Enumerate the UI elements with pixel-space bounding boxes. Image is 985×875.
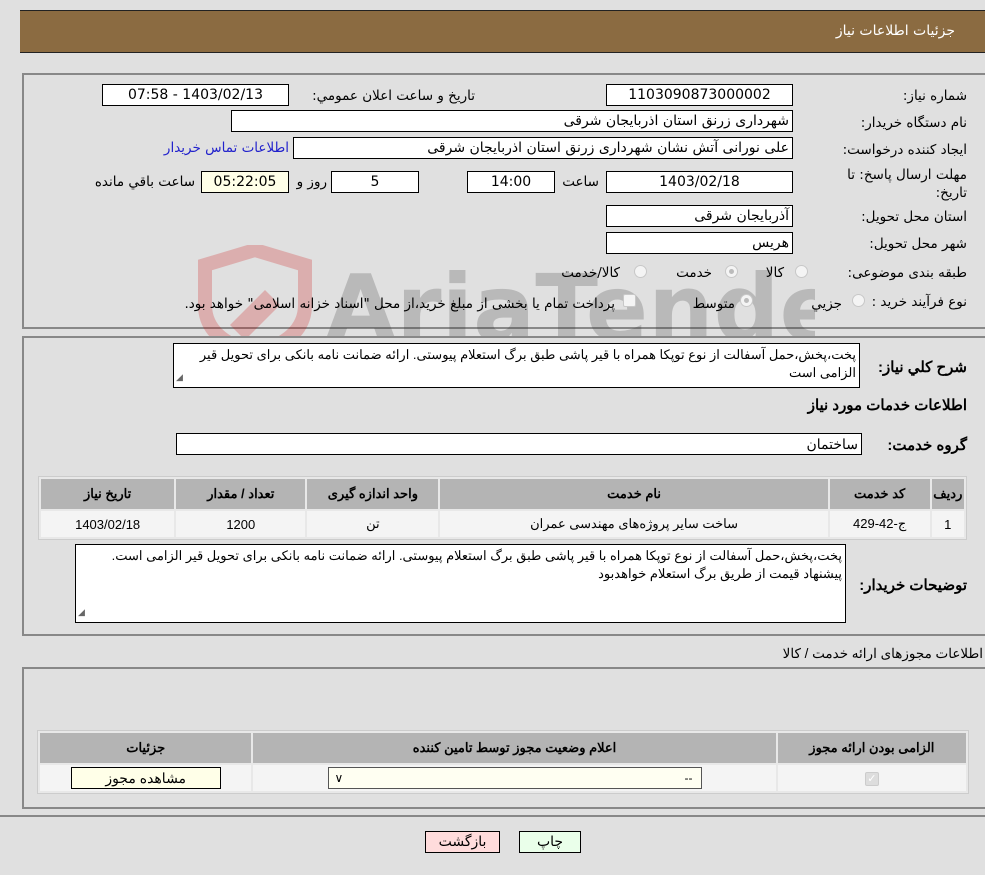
deadline-time-label: ساعت [562,174,599,190]
announce-datetime-field: 1403/02/13 - 07:58 [102,84,289,106]
delivery-province-field: آذربایجان شرقی [606,205,793,227]
remaining-days-field: 5 [331,171,419,193]
services-section-title: اطلاعات خدمات مورد نیاز [807,397,967,414]
category-service-label: خدمت [676,265,712,281]
remaining-time-field: 05:22:05 [201,171,289,193]
cell-permit-required: ✓ [777,765,966,791]
buyer-contact-link[interactable]: اطلاعات تماس خریدار [164,140,289,156]
days-label: روز و [296,174,327,190]
category-goods-radio[interactable] [795,265,808,278]
view-permit-button[interactable]: مشاهده مجوز [70,767,221,789]
treasury-bonds-note: پرداخت تمام یا بخشی از مبلغ خرید،از محل … [184,296,615,312]
purchase-type-minor-label: جزيي [811,296,842,312]
cell-service-code: ج-42-429 [829,511,930,537]
cell-quantity: 1200 [176,511,306,537]
need-number-label: شماره نیاز: [902,88,967,104]
description-field: پخت،پخش،حمل آسفالت از نوع توپکا همراه با… [173,343,860,388]
col-quantity: تعداد / مقدار [176,479,306,509]
service-group-field: ساختمان [176,433,862,455]
requester-label: ایجاد کننده درخواست: [842,142,967,158]
services-table-header: ردیف کد خدمت نام خدمت واحد اندازه گیری ت… [41,479,964,509]
requester-field: علی نورانی آتش نشان شهرداری زرنق استان ا… [293,137,793,159]
table-row: ✓ -- ∨ مشاهده مجوز [40,765,966,791]
purchase-type-medium-radio[interactable] [740,294,753,307]
purchase-type-medium-label: متوسط [692,296,735,312]
resize-grip-icon[interactable]: ◢ [176,368,183,386]
delivery-city-label: شهر محل تحویل: [869,236,967,252]
purchase-type-minor-radio[interactable] [852,294,865,307]
page-header: جزئیات اطلاعات نیاز [20,10,985,53]
bottom-divider [0,815,985,817]
cell-permit-details: مشاهده مجوز [40,765,252,791]
permit-status-select[interactable]: -- ∨ [327,767,702,789]
cell-unit: تن [307,511,439,537]
chevron-down-icon: ∨ [334,771,344,785]
description-text: پخت،پخش،حمل آسفالت از نوع توپکا همراه با… [199,347,856,380]
description-label: شرح کلي نیاز: [878,359,967,376]
services-table: ردیف کد خدمت نام خدمت واحد اندازه گیری ت… [38,476,967,540]
permit-required-checkbox[interactable]: ✓ [864,772,879,786]
permit-status-value: -- [684,771,693,785]
col-need-date: تاریخ نیاز [41,479,175,509]
permits-table-header: الزامی بودن ارائه مجوز اعلام وضعیت مجوز … [40,733,966,763]
category-service-radio[interactable] [725,265,738,278]
permits-section-title: اطلاعات مجوزهای ارائه خدمت / کالا [782,646,983,661]
deadline-label: مهلت ارسال پاسخ: تا تاریخ: [847,167,967,201]
col-service-name: نام خدمت [440,479,828,509]
buyer-notes-label: توضیحات خریدار: [859,577,967,594]
treasury-bonds-checkbox[interactable] [623,294,636,307]
service-group-label: گروه خدمت: [887,437,967,454]
cell-service-name: ساخت سایر پروژه‌های مهندسی عمران [440,511,828,537]
announce-datetime-label: تاریخ و ساعت اعلان عمومي: [312,88,475,104]
deadline-date-field: 1403/02/18 [606,171,793,193]
purchase-type-label: نوع فرآیند خرید : [871,294,967,310]
col-permit-required: الزامی بودن ارائه مجوز [777,733,966,763]
col-row-number: ردیف [931,479,964,509]
delivery-city-field: هریس [606,232,793,254]
cell-permit-status: -- ∨ [253,765,776,791]
resize-grip-icon[interactable]: ◢ [78,603,85,621]
remaining-time-label: ساعت باقي مانده [94,174,195,190]
need-number-field: 1103090873000002 [606,84,793,106]
col-permit-details: جزئیات [40,733,252,763]
buyer-org-label: نام دستگاه خریدار: [860,115,967,131]
buyer-notes-field: پخت،پخش،حمل آسفالت از نوع توپکا همراه با… [75,544,846,623]
page-title: جزئیات اطلاعات نیاز [835,23,955,39]
print-button[interactable]: چاپ [519,831,581,853]
buyer-org-field: شهرداری زرنق استان اذربایجان شرقی [231,110,793,132]
category-goods-service-label: کالا/خدمت [561,265,620,281]
col-permit-status: اعلام وضعیت مجوز توسط تامین کننده [253,733,776,763]
col-service-code: کد خدمت [829,479,930,509]
table-row: 1 ج-42-429 ساخت سایر پروژه‌های مهندسی عم… [41,511,964,537]
permits-table: الزامی بودن ارائه مجوز اعلام وضعیت مجوز … [37,730,969,794]
category-label: طبقه بندی موضوعی: [847,265,967,281]
category-goods-service-radio[interactable] [634,265,647,278]
col-unit: واحد اندازه گیری [307,479,439,509]
back-button[interactable]: بازگشت [425,831,500,853]
buyer-notes-text: پخت،پخش،حمل آسفالت از نوع توپکا همراه با… [111,548,842,581]
delivery-province-label: استان محل تحویل: [861,209,967,225]
cell-row-number: 1 [931,511,964,537]
cell-need-date: 1403/02/18 [41,511,175,537]
category-goods-label: کالا [765,265,784,281]
deadline-time-field: 14:00 [467,171,555,193]
